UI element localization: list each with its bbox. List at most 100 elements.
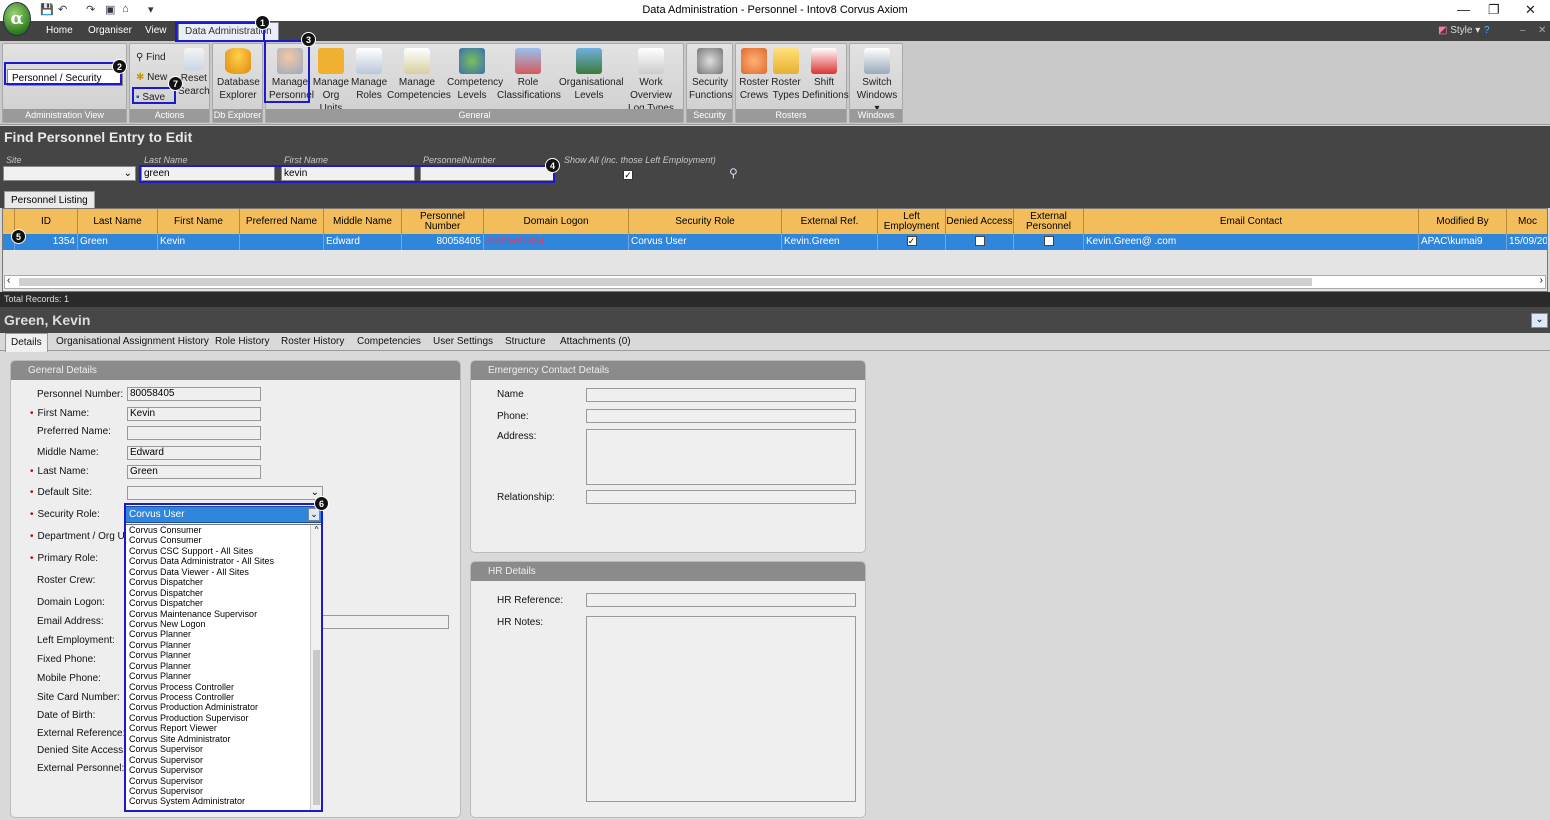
hr-reference-field[interactable] [586, 593, 856, 607]
first-name-input[interactable]: kevin [281, 166, 415, 181]
role-option[interactable]: Corvus Production Administrator [126, 702, 321, 712]
dropdown-scroll-thumb[interactable] [313, 650, 320, 805]
tab-personnel-listing[interactable]: Personnel Listing [4, 191, 95, 208]
redo-icon[interactable]: ↷ [86, 3, 95, 16]
ec-name-field[interactable] [586, 388, 856, 402]
collapse-icon[interactable]: ⌄ [1531, 313, 1548, 328]
column-header[interactable]: Moc [1507, 209, 1547, 234]
ec-address-field[interactable] [586, 429, 856, 485]
print-icon[interactable]: ▣ [105, 3, 115, 16]
column-header[interactable]: Denied Access [946, 209, 1014, 234]
cell-security-role[interactable]: Corvus User [629, 234, 782, 250]
personnel-number-input[interactable] [420, 166, 554, 181]
column-header[interactable]: Modified By [1419, 209, 1507, 234]
role-option[interactable]: Corvus System Administrator [126, 796, 321, 806]
cell-modified-by[interactable]: APAC\kumai9 [1419, 234, 1507, 250]
role-option[interactable]: Corvus Process Controller [126, 682, 321, 692]
help-icon[interactable]: ? [1484, 25, 1490, 36]
role-option[interactable]: Corvus Data Viewer - All Sites [126, 567, 321, 577]
find-button[interactable]: ⚲ Find [136, 52, 166, 63]
reset-search-button[interactable]: Reset Search [178, 48, 210, 98]
cell-denied-access[interactable] [946, 234, 1014, 250]
cell-middle-name[interactable]: Edward [324, 234, 402, 250]
manage-org-units-button[interactable]: ManageOrg Units [311, 48, 351, 115]
column-header[interactable]: Last Name [78, 209, 158, 234]
role-option[interactable]: Corvus Planner [126, 650, 321, 660]
external-personnel-checkbox[interactable] [1043, 236, 1054, 246]
undo-icon[interactable]: ↶ [58, 3, 67, 16]
cell-personnel-number[interactable]: 80058405 [402, 234, 484, 250]
tab-structure[interactable]: Structure [505, 336, 546, 347]
scroll-thumb[interactable] [19, 278, 1312, 286]
new-button[interactable]: ✱ New [136, 72, 167, 83]
column-header[interactable]: External Personnel [1014, 209, 1084, 234]
column-header[interactable]: Preferred Name [240, 209, 324, 234]
style-menu[interactable]: ◩ Style ▾ [1438, 25, 1480, 36]
default-site-select[interactable]: ⌄ [127, 486, 323, 500]
cell-left-employment[interactable]: ✓ [878, 234, 946, 250]
manage-roles-button[interactable]: Manage Roles [351, 48, 387, 102]
tab-user-settings[interactable]: User Settings [433, 336, 493, 347]
cell-external-personnel[interactable] [1014, 234, 1084, 250]
minimize-icon[interactable]: — [1457, 2, 1470, 17]
role-option[interactable]: Corvus Consumer [126, 525, 321, 535]
tab-attachments[interactable]: Attachments (0) [560, 336, 631, 347]
column-header[interactable]: External Ref. [782, 209, 878, 234]
left-employment-checkbox[interactable]: ✓ [906, 236, 917, 246]
personnel-number-field[interactable]: 80058405 [127, 387, 261, 401]
switch-windows-button[interactable]: SwitchWindows ▾ [853, 48, 901, 115]
role-option[interactable]: Corvus Consumer [126, 535, 321, 545]
role-option[interactable]: Corvus Planner [126, 629, 321, 639]
role-option[interactable]: Corvus CSC Support - All Sites [126, 546, 321, 556]
mdi-minimize-icon[interactable]: – [1520, 25, 1526, 36]
database-explorer-button[interactable]: Database Explorer [217, 48, 260, 102]
tab-competencies[interactable]: Competencies [357, 336, 421, 347]
dropdown-scrollbar[interactable]: ^ [310, 525, 321, 811]
organisational-levels-button[interactable]: Organisational Levels [559, 48, 623, 102]
preferred-name-field[interactable] [127, 426, 261, 440]
denied-access-checkbox[interactable] [974, 236, 985, 246]
mdi-close-icon[interactable]: ✕ [1538, 25, 1546, 36]
scroll-left-icon[interactable]: ‹ [7, 275, 10, 286]
site-select[interactable]: ⌄ [3, 166, 136, 181]
role-option[interactable]: Corvus Planner [126, 661, 321, 671]
cell-preferred-name[interactable] [240, 234, 324, 250]
customize-icon[interactable]: ▾ [148, 3, 154, 16]
work-overview-log-types-button[interactable]: Work OverviewLog Types [619, 48, 683, 115]
tab-org-assignment-history[interactable]: Organisational Assignment History [56, 336, 209, 347]
security-functions-button[interactable]: Security Functions [689, 48, 732, 102]
tab-home[interactable]: Home [46, 25, 73, 36]
role-classifications-button[interactable]: Role Classifications [497, 48, 561, 102]
column-header[interactable]: Left Employment [878, 209, 946, 234]
scroll-right-icon[interactable]: › [1540, 275, 1543, 286]
role-option[interactable]: Corvus Planner [126, 640, 321, 650]
ec-phone-field[interactable] [586, 409, 856, 423]
competency-levels-button[interactable]: Competency Levels [447, 48, 503, 102]
role-option[interactable]: Corvus Supervisor [126, 776, 321, 786]
last-name-field[interactable]: Green [127, 465, 261, 479]
app-menu-orb[interactable]: α [3, 2, 31, 36]
last-name-input[interactable]: green [141, 166, 275, 181]
column-header[interactable]: Email Contact [1084, 209, 1419, 234]
search-icon[interactable]: ⚲ [729, 166, 738, 180]
role-option[interactable]: Corvus Data Administrator - All Sites [126, 556, 321, 566]
role-option[interactable]: Corvus Supervisor [126, 786, 321, 796]
administration-view-select[interactable]: Personnel / Security [7, 69, 123, 86]
role-option[interactable]: Corvus Supervisor [126, 755, 321, 765]
role-option[interactable]: Corvus Dispatcher [126, 598, 321, 608]
cell-domain-logon[interactable]: Archive\1354 [484, 234, 629, 250]
role-option[interactable]: Corvus Dispatcher [126, 577, 321, 587]
cell-external-ref[interactable]: Kevin.Green [782, 234, 878, 250]
save-quick-icon[interactable]: 💾 [40, 3, 54, 16]
tab-details[interactable]: Details [5, 333, 48, 352]
cell-first-name[interactable]: Kevin [158, 234, 240, 250]
role-option[interactable]: Corvus Production Supervisor [126, 713, 321, 723]
column-header[interactable]: Domain Logon [484, 209, 629, 234]
role-option[interactable]: Corvus Supervisor [126, 744, 321, 754]
restore-icon[interactable]: ❐ [1488, 2, 1500, 18]
column-header[interactable]: Middle Name [324, 209, 402, 234]
cell-email-contact[interactable]: Kevin.Green@ .com [1084, 234, 1419, 250]
role-option[interactable]: Corvus Planner [126, 671, 321, 681]
middle-name-field[interactable]: Edward [127, 446, 261, 460]
first-name-field[interactable]: Kevin [127, 407, 261, 421]
